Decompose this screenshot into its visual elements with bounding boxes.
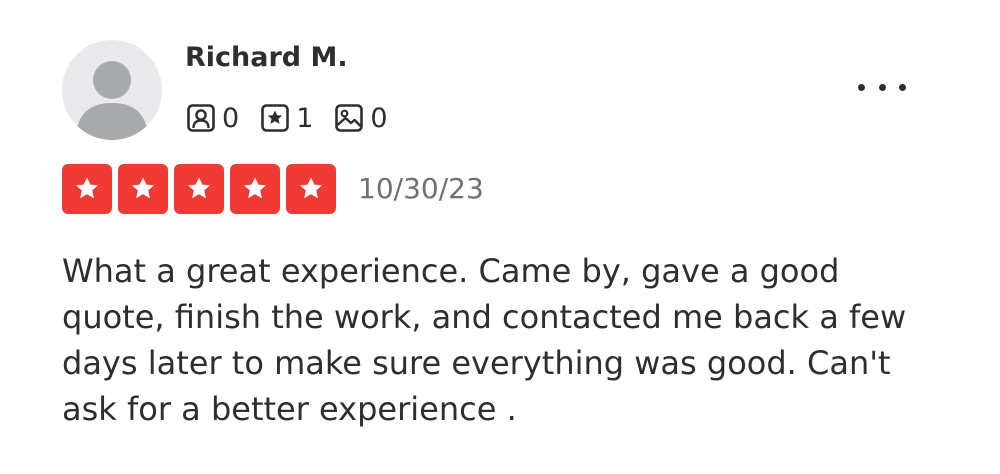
review-star-icon	[259, 102, 291, 134]
more-options-icon-dot	[899, 83, 906, 91]
friends-icon	[185, 102, 217, 134]
more-options-icon-dot	[878, 83, 886, 91]
star-rating	[62, 164, 342, 214]
star-icon	[286, 164, 336, 214]
reviewer-name[interactable]: Richard M.	[185, 42, 348, 73]
star-icon	[230, 164, 280, 214]
default-user-avatar-icon	[76, 61, 148, 140]
more-options-button[interactable]	[852, 72, 912, 102]
review-text: What a great experience. Came by, gave a…	[62, 252, 907, 428]
photos-stat: 0	[333, 102, 388, 134]
reviews-stat: 1	[259, 102, 313, 134]
star-icon	[174, 164, 224, 214]
more-options-icon	[858, 83, 865, 91]
photo-icon	[333, 102, 365, 134]
friends-stat: 0	[185, 102, 239, 134]
friends-count: 0	[222, 102, 240, 134]
reviewer-stats: 0 1 0	[185, 100, 408, 136]
star-icon	[118, 164, 168, 214]
star-icon	[62, 164, 112, 214]
reviews-count: 1	[296, 102, 314, 134]
photos-count: 0	[370, 102, 388, 134]
review-date: 10/30/23	[358, 172, 484, 205]
reviewer-avatar[interactable]	[62, 40, 162, 140]
